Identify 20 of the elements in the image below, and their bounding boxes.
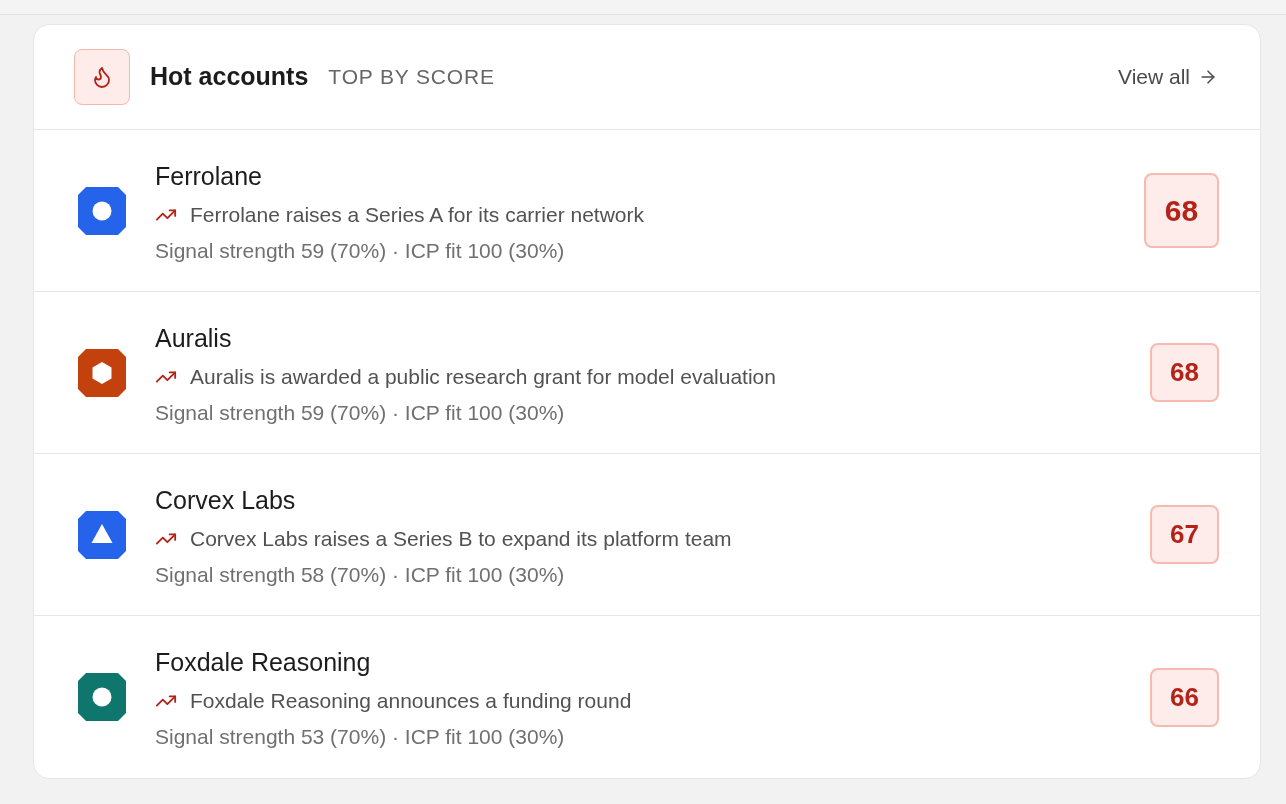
account-name: Foxdale Reasoning xyxy=(155,647,372,677)
score-breakdown: Signal strength 53 (70%) · ICP fit 100 (30%) xyxy=(155,724,566,750)
score-breakdown: Signal strength 59 (70%) · ICP fit 100 (30%) xyxy=(155,238,566,264)
view-all-link[interactable]: View all xyxy=(1118,61,1218,93)
flame-icon xyxy=(74,49,130,105)
signal-headline: Auralis is awarded a public research grant for model evaluation xyxy=(190,364,776,390)
score-badge: 68 xyxy=(1144,173,1219,248)
account-name: Auralis xyxy=(155,323,233,353)
signal-headline: Foxdale Reasoning announces a funding round xyxy=(190,688,632,714)
score-badge: 67 xyxy=(1150,505,1219,564)
card-subtitle: TOP BY SCORE xyxy=(328,64,495,91)
signal-headline: Corvex Labs raises a Series B to expand its platform team xyxy=(190,526,732,552)
account-name: Corvex Labs xyxy=(155,485,297,515)
score-breakdown: Signal strength 59 (70%) · ICP fit 100 (30%) xyxy=(155,400,566,426)
score-breakdown: Signal strength 58 (70%) · ICP fit 100 (30%) xyxy=(155,562,566,588)
signal-headline: Ferrolane raises a Series A for its carrier network xyxy=(190,202,644,228)
card-title: Hot accounts xyxy=(150,61,309,93)
account-name: Ferrolane xyxy=(155,161,263,191)
score-badge: 68 xyxy=(1150,343,1219,402)
score-badge: 66 xyxy=(1150,667,1219,727)
